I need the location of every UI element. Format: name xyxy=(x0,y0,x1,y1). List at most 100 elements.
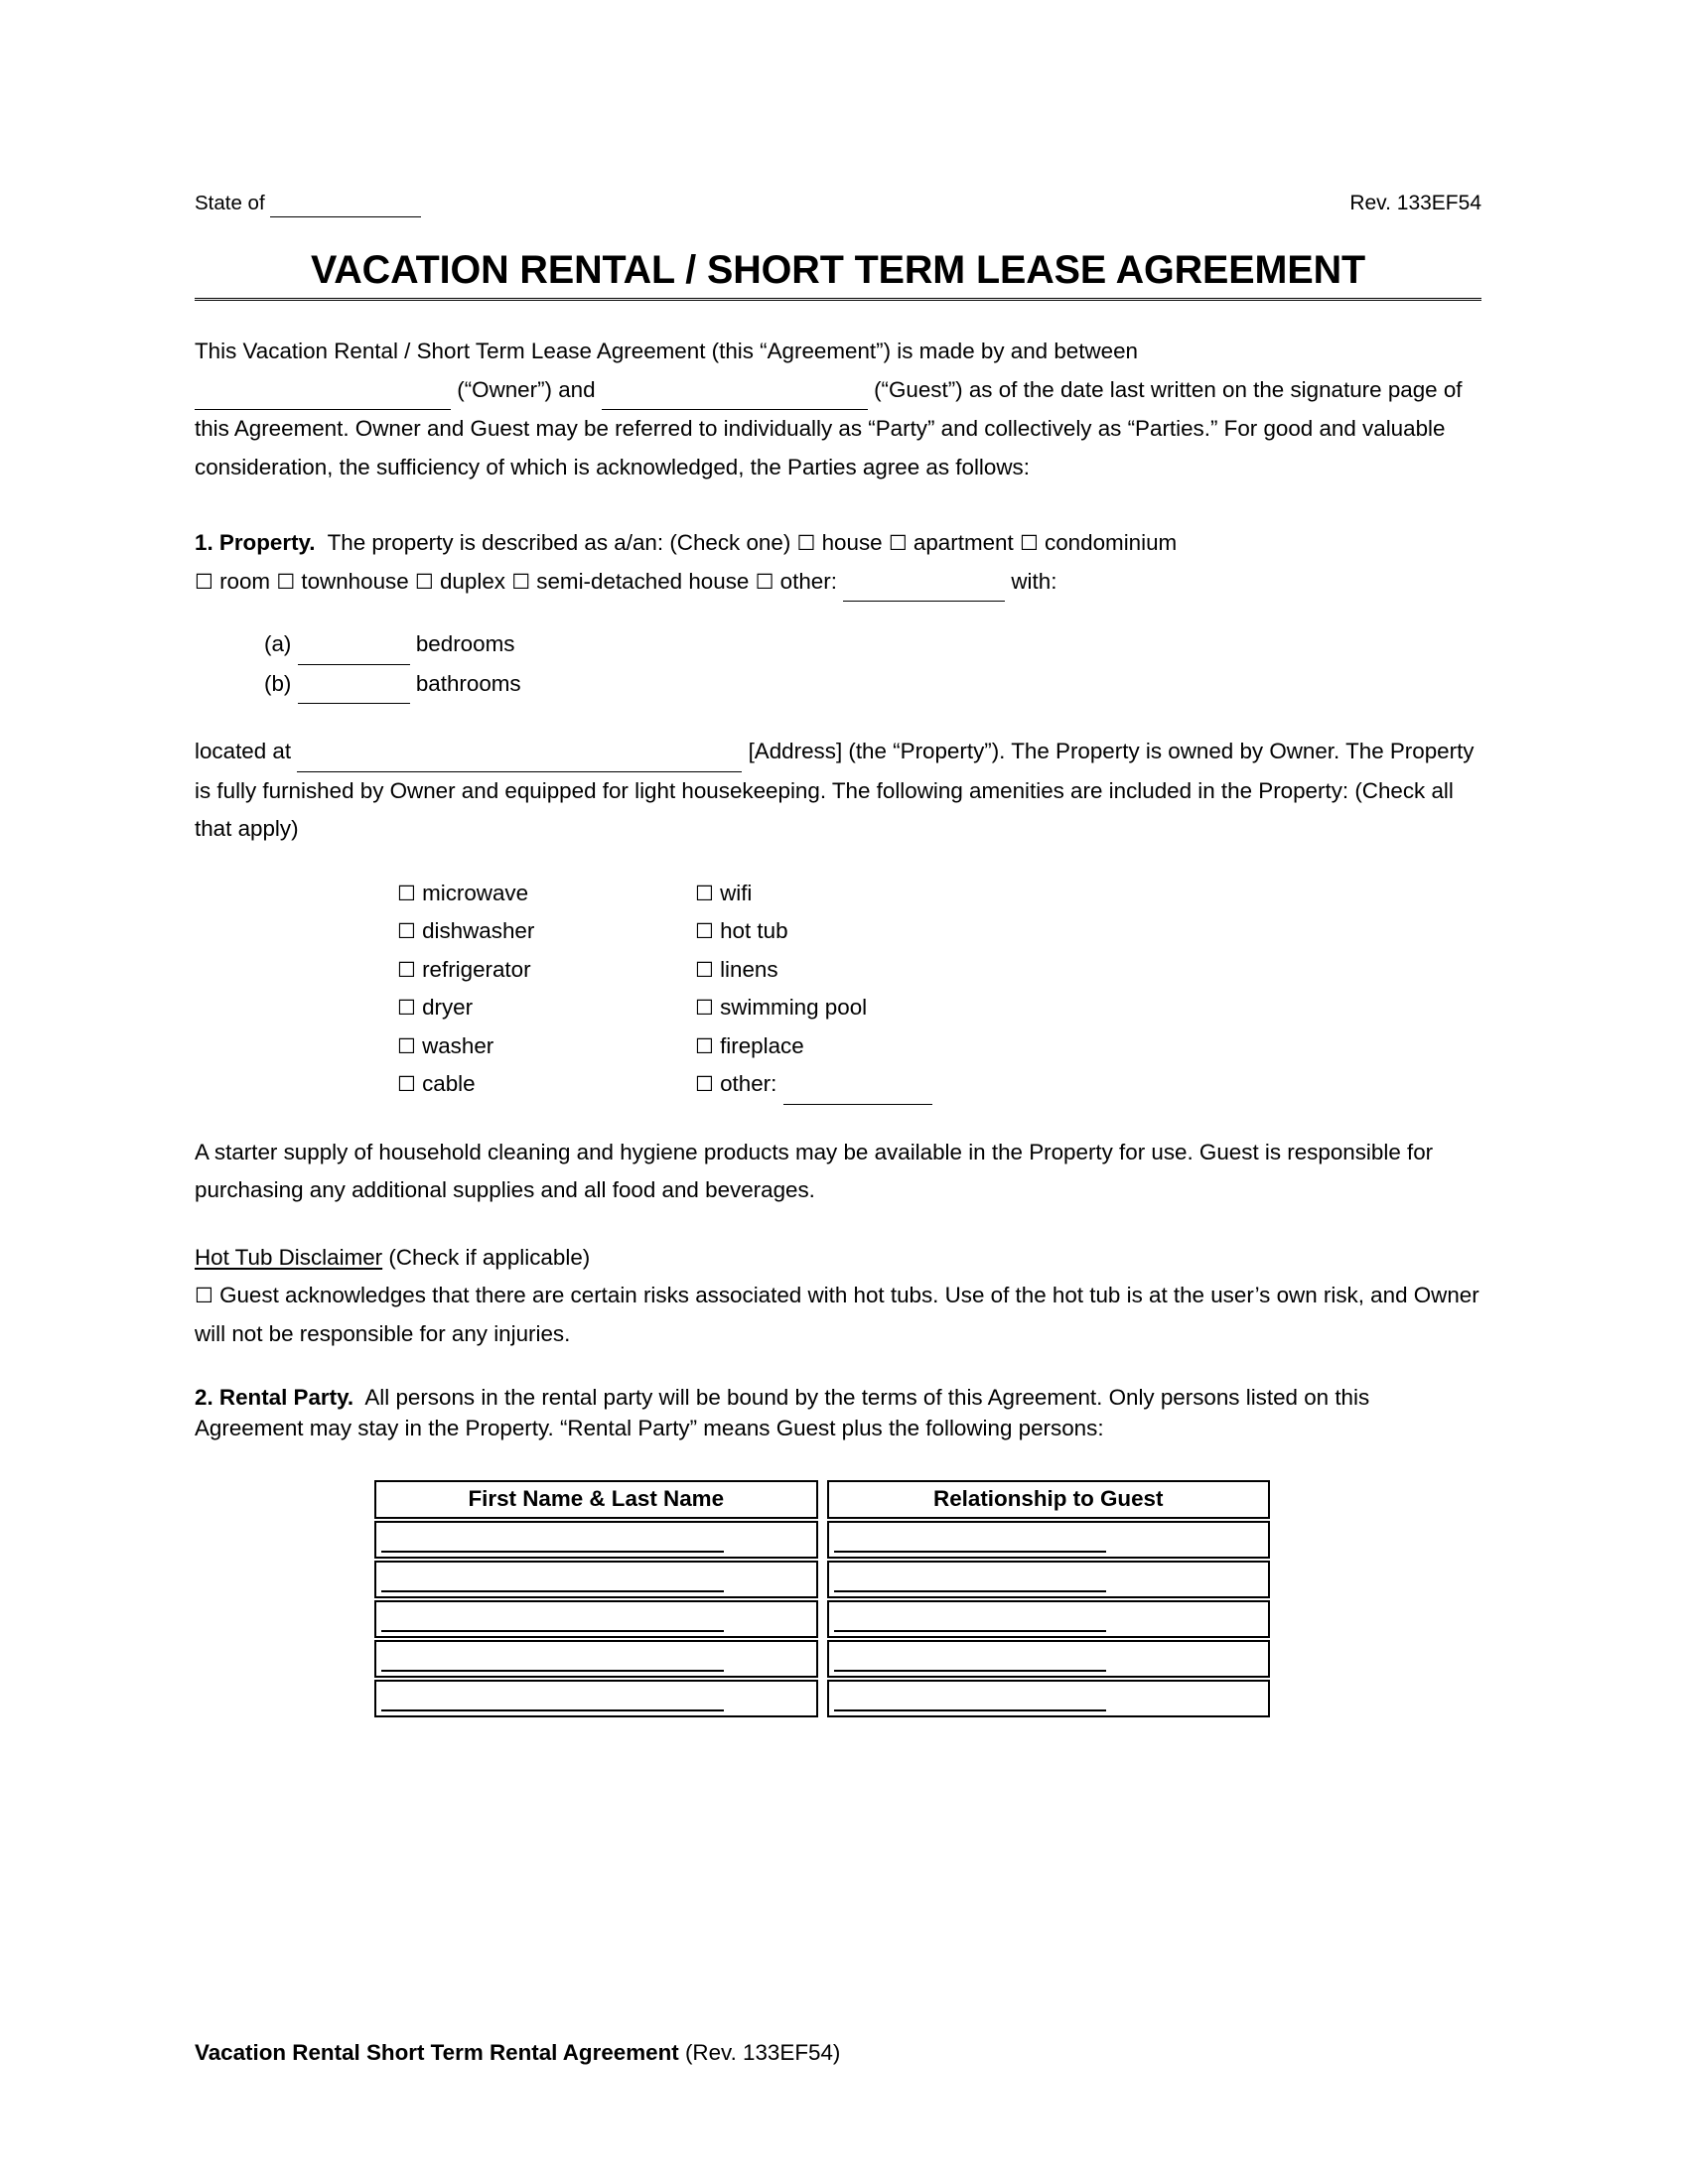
checkbox-condominium-icon[interactable]: ☐ xyxy=(1020,531,1039,555)
cell-relationship[interactable] xyxy=(826,1680,1270,1718)
cell-relationship[interactable] xyxy=(826,1640,1270,1679)
checkbox-townhouse-icon[interactable]: ☐ xyxy=(276,570,295,594)
bedrooms-blank[interactable] xyxy=(297,625,410,665)
relationship-blank-line[interactable] xyxy=(833,1525,1106,1554)
section-2-heading: 2. Rental Party. xyxy=(195,1385,354,1411)
amenity-microwave-label: microwave xyxy=(422,880,529,905)
checkbox-refrigerator-icon[interactable]: ☐ xyxy=(397,958,416,982)
cell-relationship[interactable] xyxy=(826,1600,1270,1639)
cell-name[interactable] xyxy=(374,1561,818,1599)
state-label: State of xyxy=(195,192,265,214)
property-address-blank[interactable] xyxy=(297,733,743,772)
table-row xyxy=(374,1640,1270,1679)
checkbox-fireplace-icon[interactable]: ☐ xyxy=(695,1034,714,1058)
checkbox-duplex-icon[interactable]: ☐ xyxy=(415,570,434,594)
checkbox-cable-icon[interactable]: ☐ xyxy=(397,1072,416,1096)
section-2-rental-party: 2. Rental Party. All persons in the rent… xyxy=(195,1382,1481,1443)
amenity-refrigerator[interactable]: ☐ refrigerator xyxy=(397,951,695,990)
bathrooms-label: bathrooms xyxy=(415,670,521,696)
cell-name[interactable] xyxy=(374,1600,818,1639)
amenity-refrigerator-label: refrigerator xyxy=(422,956,531,982)
amenity-linens[interactable]: ☐ linens xyxy=(695,951,993,990)
checkbox-linens-icon[interactable]: ☐ xyxy=(695,958,714,982)
hot-tub-disclaimer-heading: Hot Tub Disclaimer xyxy=(195,1244,383,1270)
checkbox-other-amenity-icon[interactable]: ☐ xyxy=(695,1072,714,1096)
amenities-column-right: ☐ wifi ☐ hot tub ☐ linens ☐ swimming poo… xyxy=(695,875,993,1105)
amenity-dryer[interactable]: ☐ dryer xyxy=(397,989,695,1027)
bathrooms-row: (b) bathrooms xyxy=(264,665,1481,705)
footer-revision: (Rev. 133EF54) xyxy=(684,2040,841,2065)
section-1-property: 1. Property. The property is described a… xyxy=(195,524,1481,603)
amenity-washer-label: washer xyxy=(422,1032,494,1058)
amenity-dishwasher[interactable]: ☐ dishwasher xyxy=(397,912,695,951)
starter-supply-paragraph: A starter supply of household cleaning a… xyxy=(195,1139,1434,1203)
located-at-label: located at xyxy=(195,739,292,764)
bathrooms-blank[interactable] xyxy=(297,665,410,705)
checkbox-wifi-icon[interactable]: ☐ xyxy=(695,882,714,905)
relationship-blank-line[interactable] xyxy=(833,1565,1106,1593)
rental-party-table: First Name & Last Name Relationship to G… xyxy=(365,1478,1279,1719)
amenity-wifi-label: wifi xyxy=(720,880,753,905)
section-2-text: All persons in the rental party will be … xyxy=(195,1385,1370,1441)
cell-relationship[interactable] xyxy=(826,1521,1270,1560)
checkbox-apartment-icon[interactable]: ☐ xyxy=(889,531,908,555)
amenity-wifi[interactable]: ☐ wifi xyxy=(695,875,993,913)
amenities-checklist: ☐ microwave ☐ dishwasher ☐ refrigerator … xyxy=(195,875,1481,1105)
cell-relationship[interactable] xyxy=(826,1561,1270,1599)
amenity-swimming-pool-label: swimming pool xyxy=(720,995,868,1021)
option-apartment: apartment xyxy=(913,530,1014,556)
checkbox-swimming-pool-icon[interactable]: ☐ xyxy=(695,996,714,1020)
amenity-fireplace[interactable]: ☐ fireplace xyxy=(695,1027,993,1066)
option-house: house xyxy=(821,530,883,556)
name-blank-line[interactable] xyxy=(381,1604,725,1633)
checkbox-washer-icon[interactable]: ☐ xyxy=(397,1034,416,1058)
table-row xyxy=(374,1521,1270,1560)
amenity-swimming-pool[interactable]: ☐ swimming pool xyxy=(695,989,993,1027)
bedrooms-marker: (a) xyxy=(264,631,292,657)
option-semi-detached-house: semi-detached house xyxy=(536,568,750,594)
relationship-blank-line[interactable] xyxy=(833,1604,1106,1633)
checkbox-hot-tub-icon[interactable]: ☐ xyxy=(695,919,714,943)
amenity-cable[interactable]: ☐ cable xyxy=(397,1065,695,1104)
checkbox-dryer-icon[interactable]: ☐ xyxy=(397,996,416,1020)
bedrooms-row: (a) bedrooms xyxy=(264,625,1481,665)
option-townhouse: townhouse xyxy=(301,568,409,594)
title-block: VACATION RENTAL / SHORT TERM LEASE AGREE… xyxy=(195,248,1481,302)
amenity-microwave[interactable]: ☐ microwave xyxy=(397,875,695,913)
with-label: with: xyxy=(1011,568,1057,594)
checkbox-microwave-icon[interactable]: ☐ xyxy=(397,882,416,905)
amenity-other[interactable]: ☐ other: xyxy=(695,1065,993,1105)
guest-name-blank[interactable] xyxy=(601,371,868,411)
checkbox-other-type-icon[interactable]: ☐ xyxy=(756,570,774,594)
checkbox-house-icon[interactable]: ☐ xyxy=(797,531,816,555)
cell-name[interactable] xyxy=(374,1640,818,1679)
state-blank-line[interactable] xyxy=(270,192,422,217)
amenity-washer[interactable]: ☐ washer xyxy=(397,1027,695,1066)
cell-name[interactable] xyxy=(374,1680,818,1718)
option-condominium: condominium xyxy=(1045,530,1178,556)
hot-tub-disclaimer-text: Guest acknowledges that there are certai… xyxy=(195,1283,1479,1346)
name-blank-line[interactable] xyxy=(381,1644,725,1673)
other-amenity-blank[interactable] xyxy=(782,1065,932,1105)
checkbox-semi-detached-icon[interactable]: ☐ xyxy=(511,570,530,594)
document-content: State of Rev. 133EF54 VACATION RENTAL / … xyxy=(195,191,1481,1719)
name-blank-line[interactable] xyxy=(381,1565,725,1593)
owner-name-blank[interactable] xyxy=(195,371,451,411)
amenity-hot-tub[interactable]: ☐ hot tub xyxy=(695,912,993,951)
bedrooms-label: bedrooms xyxy=(415,631,515,657)
table-header-row: First Name & Last Name Relationship to G… xyxy=(374,1480,1270,1520)
property-address-paragraph: located at [Address] (the “Property”). T… xyxy=(195,733,1481,849)
cell-name[interactable] xyxy=(374,1521,818,1560)
relationship-blank-line[interactable] xyxy=(833,1644,1106,1673)
name-blank-line[interactable] xyxy=(381,1684,725,1712)
column-header-relationship: Relationship to Guest xyxy=(826,1480,1270,1520)
amenity-cable-label: cable xyxy=(422,1071,476,1097)
checkbox-dishwasher-icon[interactable]: ☐ xyxy=(397,919,416,943)
name-blank-line[interactable] xyxy=(381,1525,725,1554)
table-row xyxy=(374,1561,1270,1599)
checkbox-hot-tub-disclaimer-icon[interactable]: ☐ xyxy=(195,1284,213,1307)
other-property-type-blank[interactable] xyxy=(843,563,1006,603)
relationship-blank-line[interactable] xyxy=(833,1684,1106,1712)
checkbox-room-icon[interactable]: ☐ xyxy=(195,570,213,594)
revision-code: Rev. 133EF54 xyxy=(1349,192,1481,214)
